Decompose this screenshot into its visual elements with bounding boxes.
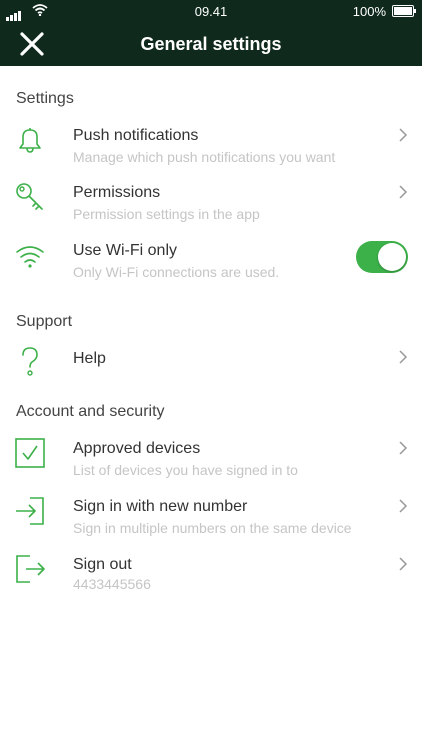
row-label: Approved devices <box>73 440 201 457</box>
wifi-icon <box>16 246 44 268</box>
row-subtitle: Manage which push notifications you want <box>73 149 336 165</box>
row-label: Sign in with new number <box>73 498 248 515</box>
checkbox-icon <box>15 438 45 468</box>
row-subtitle: Sign in multiple numbers on the same dev… <box>73 520 352 536</box>
row-subtitle: Only Wi-Fi connections are used. <box>73 264 280 280</box>
row-approved-devices[interactable]: Approved devices List of devices you hav… <box>0 432 422 488</box>
sign-in-icon <box>16 497 44 525</box>
row-help[interactable]: Help <box>0 340 422 380</box>
page-title: General settings <box>140 34 282 54</box>
top-bar: 09.41 100% General settings <box>0 0 422 66</box>
section-header-settings: Settings <box>16 90 74 107</box>
row-label: Sign out <box>73 556 132 573</box>
nav-bar: General settings <box>0 22 422 66</box>
row-sign-in-new-number[interactable]: Sign in with new number Sign in multiple… <box>0 490 422 546</box>
section-header-account: Account and security <box>16 403 165 420</box>
row-label: Use Wi-Fi only <box>73 242 178 259</box>
status-bar: 09.41 100% <box>0 0 422 22</box>
bell-icon <box>19 128 41 153</box>
toggle-knob <box>378 243 406 271</box>
chevron-right-icon <box>399 350 408 364</box>
sign-out-icon <box>16 555 45 583</box>
row-label: Permissions <box>73 184 161 201</box>
row-label: Help <box>73 350 106 367</box>
battery-percent: 100% <box>352 4 386 19</box>
row-subtitle: Permission settings in the app <box>73 206 260 222</box>
row-label: Push notifications <box>73 127 199 144</box>
phone-number: 4433445566 <box>73 576 151 592</box>
battery-icon <box>392 5 416 17</box>
row-sign-out[interactable]: Sign out 4433445566 <box>0 548 422 604</box>
row-permissions[interactable]: Permissions Permission settings in the a… <box>0 176 422 232</box>
row-subtitle: List of devices you have signed in to <box>73 462 298 478</box>
row-wifi-only: Use Wi-Fi only Only Wi-Fi connections ar… <box>0 234 422 290</box>
chevron-right-icon <box>399 128 408 142</box>
chevron-right-icon <box>399 557 408 571</box>
section-header-support: Support <box>16 313 73 330</box>
row-push-notifications[interactable]: Push notifications Manage which push not… <box>0 118 422 174</box>
key-icon <box>16 183 43 210</box>
chevron-right-icon <box>399 185 408 199</box>
wifi-only-toggle[interactable] <box>356 241 408 273</box>
chevron-right-icon <box>399 499 408 513</box>
question-icon <box>22 347 38 376</box>
chevron-right-icon <box>399 441 408 455</box>
